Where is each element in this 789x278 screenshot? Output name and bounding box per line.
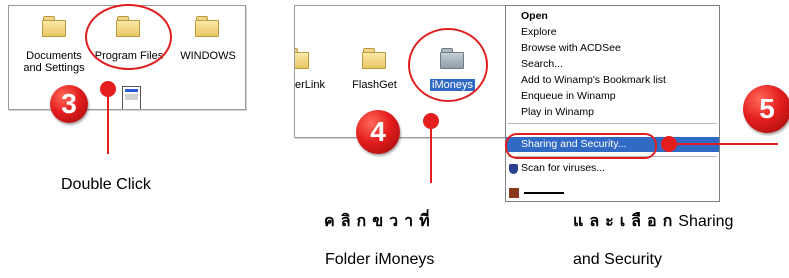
step-5-badge: 5 [743,85,789,133]
step-5-caption-sharing: Sharing [678,213,734,230]
menu-item-partial [524,192,564,194]
step-4-caption-folder: Folder iMoneys [325,251,435,268]
step-5-caption-line1: และเลือกSharing [573,209,733,234]
menu-item-scan-viruses[interactable]: Scan for viruses... [506,161,719,176]
menu-item-play-winamp[interactable]: Play in Winamp [506,105,719,120]
pointer-line [668,143,778,145]
pointer-line [107,96,109,154]
pointer-dot [100,81,116,97]
highlight-ring-sharing [505,133,657,159]
menu-item-browse-acdsee[interactable]: Browse with ACDSee [506,41,719,56]
highlight-ring-imoneys [408,28,488,102]
context-menu: Open Explore Browse with ACDSee Search..… [505,5,720,202]
step-3-caption: Double Click [61,176,151,193]
file-icon[interactable] [122,86,141,109]
menu-item-search[interactable]: Search... [506,57,719,72]
folder-icon[interactable] [195,16,219,37]
winamp-icon [509,188,519,198]
highlight-ring-program-files [85,4,172,70]
folder-icon[interactable] [42,16,66,37]
step-5-caption-line2: and Security [573,251,662,268]
step-4-badge: 4 [356,110,400,154]
folder-label-flashget[interactable]: FlashGet [347,79,402,91]
step-5-caption-thai: และเลือก [573,213,679,230]
folder-label-erlink[interactable]: erLink [295,79,325,91]
menu-item-explore[interactable]: Explore [506,25,719,40]
step-4-caption-thai: คลิกขวาที่ [324,213,436,230]
menu-item-open[interactable]: Open [506,9,719,24]
menu-separator [508,123,717,124]
folder-icon[interactable] [362,48,386,69]
step-3-badge: 3 [50,85,88,123]
pointer-line [430,125,432,183]
folder-icon[interactable] [295,48,309,69]
menu-item-winamp-bookmark[interactable]: Add to Winamp's Bookmark list [506,73,719,88]
folder-label-documents[interactable]: Documents and Settings [19,50,89,74]
menu-item-enqueue-winamp[interactable]: Enqueue in Winamp [506,89,719,104]
folder-label-windows[interactable]: WINDOWS [173,50,243,62]
